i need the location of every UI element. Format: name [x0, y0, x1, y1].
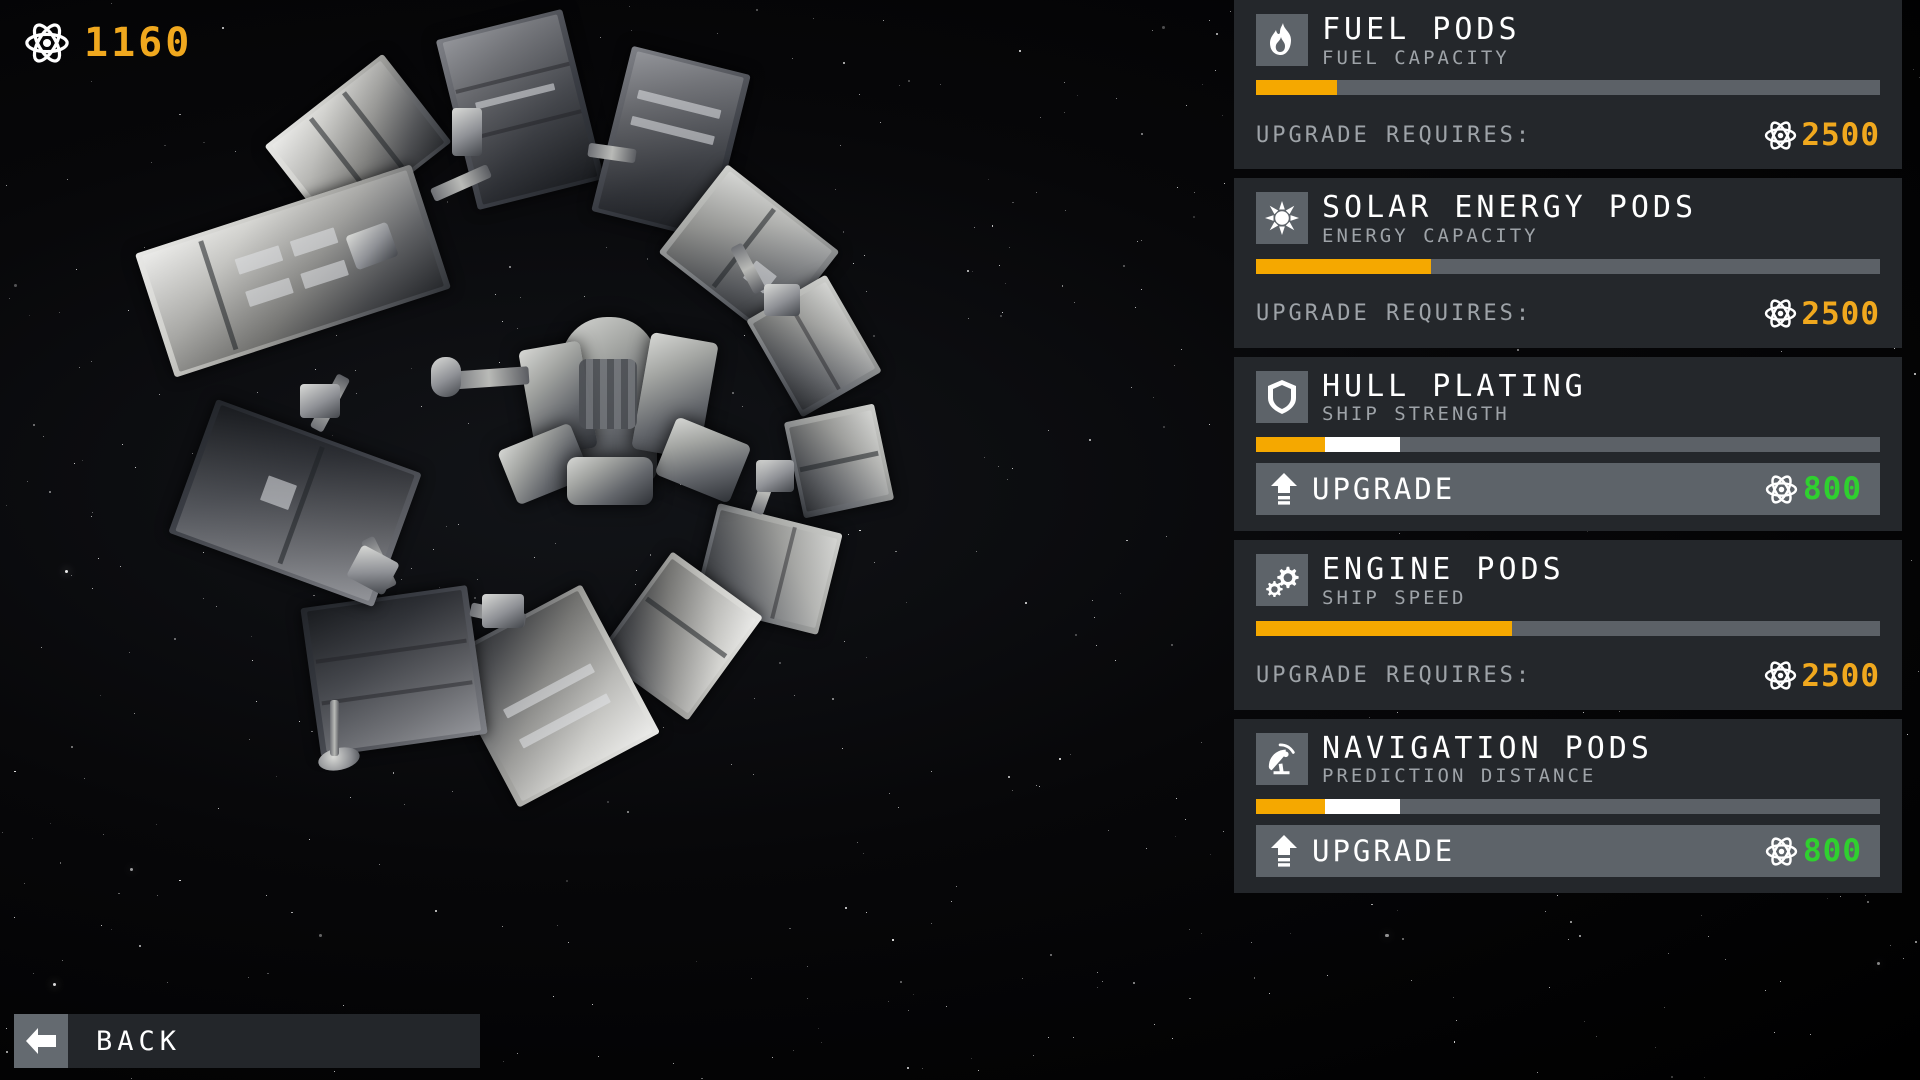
cost-display: 2500 — [1764, 296, 1880, 332]
panel-title: ENGINE PODS — [1322, 552, 1565, 588]
upgrade-panel-hull-plating[interactable]: HULL PLATING SHIP STRENGTH UPGRADE 800 — [1234, 356, 1902, 532]
panel-title: SOLAR ENERGY PODS — [1322, 190, 1698, 226]
shield-icon — [1256, 370, 1308, 423]
atom-icon — [24, 20, 70, 66]
panel-subtitle: PREDICTION DISTANCE — [1322, 765, 1597, 788]
progress-bar — [1256, 80, 1880, 96]
panel-titles: NAVIGATION PODS PREDICTION DISTANCE — [1322, 733, 1653, 788]
cost-value: 2500 — [1801, 657, 1880, 694]
progress-fill — [1256, 80, 1338, 96]
gears-icon — [1256, 554, 1308, 607]
panel-subtitle: FUEL CAPACITY — [1322, 46, 1510, 69]
upgrade-panel-fuel-pods[interactable]: FUEL PODS FUEL CAPACITY UPGRADE REQUIRES… — [1234, 0, 1902, 170]
sun-icon — [1256, 192, 1308, 245]
panel-title: FUEL PODS — [1322, 12, 1521, 47]
cost-display: 2500 — [1764, 658, 1880, 694]
ship-strut — [330, 700, 339, 756]
flame-icon — [1256, 14, 1308, 66]
cost-display: 800 — [1765, 833, 1862, 869]
requires-label: UPGRADE REQUIRES: — [1256, 301, 1533, 327]
upgrade-arrow-icon — [1270, 835, 1298, 867]
panel-subtitle: SHIP STRENGTH — [1322, 403, 1510, 426]
ship-pod — [783, 403, 895, 519]
panel-header: ENGINE PODS SHIP SPEED — [1256, 554, 1880, 609]
progress-fill — [1256, 799, 1325, 815]
progress-bar — [1256, 799, 1880, 815]
upgrade-requirement-row: UPGRADE REQUIRES: 2500 — [1256, 296, 1880, 332]
upgrade-panel-engine-pods[interactable]: ENGINE PODS SHIP SPEED UPGRADE REQUIRES: — [1234, 540, 1902, 710]
requires-label: UPGRADE REQUIRES: — [1256, 122, 1533, 148]
progress-fill — [1256, 437, 1325, 453]
ship-joint — [452, 108, 482, 156]
progress-bar — [1256, 258, 1880, 274]
ship-core-module — [431, 305, 770, 506]
arrow-left-icon — [14, 1014, 68, 1068]
panel-title: HULL PLATING — [1322, 368, 1587, 404]
upgrade-panel-solar-energy-pods[interactable]: SOLAR ENERGY PODS ENERGY CAPACITY UPGRAD… — [1234, 178, 1902, 348]
upgrade-arrow-icon — [1270, 473, 1298, 505]
back-button[interactable]: BACK — [14, 1014, 480, 1068]
panel-header: SOLAR ENERGY PODS ENERGY CAPACITY — [1256, 192, 1880, 247]
atom-icon — [1765, 473, 1798, 506]
requires-label: UPGRADE REQUIRES: — [1256, 663, 1533, 689]
panel-header: FUEL PODS FUEL CAPACITY — [1256, 14, 1880, 69]
progress-preview — [1324, 799, 1400, 815]
cost-value: 800 — [1803, 471, 1862, 508]
upgrade-button-label: UPGRADE — [1312, 834, 1456, 869]
panel-title: NAVIGATION PODS — [1322, 730, 1653, 766]
upgrade-requirement-row: UPGRADE REQUIRES: 2500 — [1256, 658, 1880, 694]
ship-joint — [482, 594, 524, 628]
atom-icon — [1764, 659, 1797, 692]
cost-display: 2500 — [1764, 117, 1880, 153]
cost-value: 2500 — [1801, 117, 1880, 154]
upgrade-button[interactable]: UPGRADE 800 — [1256, 825, 1880, 878]
ship-joint — [300, 384, 340, 418]
upgrade-button-label: UPGRADE — [1312, 472, 1456, 507]
currency-display: 1160 — [24, 20, 192, 66]
panel-subtitle: ENERGY CAPACITY — [1322, 225, 1539, 248]
atom-icon — [1764, 297, 1797, 330]
ship-pod — [135, 164, 451, 378]
cost-display: 800 — [1765, 471, 1862, 507]
panel-titles: FUEL PODS FUEL CAPACITY — [1322, 14, 1521, 69]
panel-titles: SOLAR ENERGY PODS ENERGY CAPACITY — [1322, 192, 1697, 247]
progress-bar — [1256, 437, 1880, 453]
panel-titles: HULL PLATING SHIP STRENGTH — [1322, 371, 1587, 426]
progress-preview — [1324, 437, 1400, 453]
satellite-dish-icon — [1256, 732, 1308, 785]
progress-fill — [1256, 258, 1431, 274]
progress-bar — [1256, 620, 1880, 636]
upgrade-panel-list: FUEL PODS FUEL CAPACITY UPGRADE REQUIRES… — [1234, 0, 1902, 894]
panel-subtitle: SHIP SPEED — [1322, 586, 1467, 609]
upgrade-panel-navigation-pods[interactable]: NAVIGATION PODS PREDICTION DISTANCE UPGR… — [1234, 718, 1902, 894]
upgrade-requirement-row: UPGRADE REQUIRES: 2500 — [1256, 117, 1880, 153]
progress-fill — [1256, 620, 1512, 636]
ship-pod — [300, 585, 488, 757]
cost-value: 2500 — [1801, 295, 1880, 332]
upgrade-button[interactable]: UPGRADE 800 — [1256, 463, 1880, 516]
ship-render-viewport — [0, 0, 1000, 1030]
panel-titles: ENGINE PODS SHIP SPEED — [1322, 554, 1565, 609]
panel-header: NAVIGATION PODS PREDICTION DISTANCE — [1256, 732, 1880, 788]
panel-header: HULL PLATING SHIP STRENGTH — [1256, 370, 1880, 426]
back-button-label: BACK — [68, 1014, 480, 1068]
atom-icon — [1764, 119, 1797, 152]
cost-value: 800 — [1803, 833, 1862, 870]
atom-icon — [1765, 835, 1798, 868]
currency-amount: 1160 — [84, 20, 193, 66]
